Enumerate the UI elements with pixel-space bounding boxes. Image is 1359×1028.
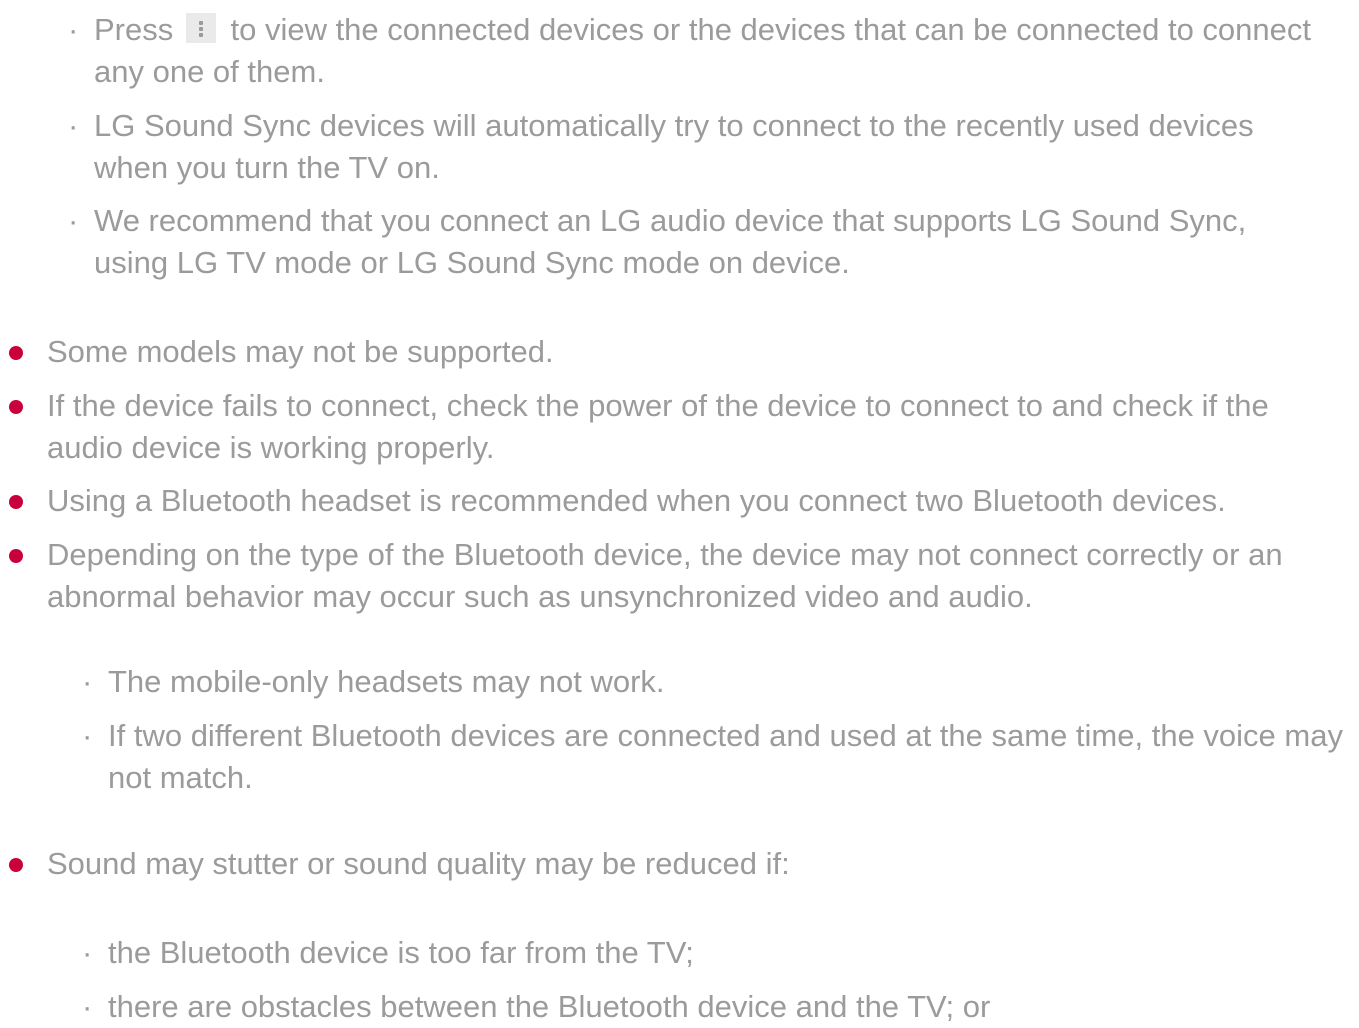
sub-item-text-after-icon: to view the connected devices or the dev… — [94, 12, 1311, 89]
bullet-text: Some models may not be supported. — [47, 334, 554, 369]
bullet-text: Depending on the type of the Bluetooth d… — [47, 537, 1283, 614]
sub-item-marker: · — [82, 935, 93, 970]
sub-list-item: · We recommend that you connect an LG au… — [68, 200, 1328, 284]
bullet-list-item: Depending on the type of the Bluetooth d… — [9, 534, 1354, 618]
sub-item-text: the Bluetooth device is too far from the… — [108, 935, 694, 970]
sub-item-marker: · — [82, 664, 93, 699]
sub-item-marker: · — [68, 12, 79, 47]
bullet-dot-icon — [9, 495, 23, 509]
sub-item-marker: · — [68, 203, 79, 238]
sub-item-text-before-icon: Press — [94, 12, 182, 47]
sub-list-item: · LG Sound Sync devices will automatical… — [68, 105, 1328, 189]
bullet-list-item: Some models may not be supported. — [9, 331, 1354, 373]
bullet-dot-icon — [9, 400, 23, 414]
bullet-list-item: Sound may stutter or sound quality may b… — [9, 843, 1354, 885]
bullet-dot-icon — [9, 858, 23, 872]
bullet-dot-icon — [9, 549, 23, 563]
sub-item-text: If two different Bluetooth devices are c… — [108, 718, 1343, 795]
sub-item-text: Press to view the connected devices or t… — [94, 9, 1359, 93]
sub-list-item: · there are obstacles between the Blueto… — [82, 986, 1359, 1028]
manual-page: · Press to view the connected devices or… — [0, 0, 1359, 1024]
sub-list-item: · Press to view the connected devices or… — [68, 9, 1359, 93]
sub-item-text: LG Sound Sync devices will automatically… — [94, 108, 1254, 185]
bullet-text: If the device fails to connect, check th… — [47, 388, 1269, 465]
more-options-icon — [185, 13, 216, 43]
sub-item-text: there are obstacles between the Bluetoot… — [108, 989, 991, 1024]
bullet-list-item: If the device fails to connect, check th… — [9, 385, 1329, 469]
bullet-list-item: Using a Bluetooth headset is recommended… — [9, 480, 1354, 522]
sub-list-item: · The mobile-only headsets may not work. — [82, 661, 1359, 703]
bullet-text: Using a Bluetooth headset is recommended… — [47, 483, 1226, 518]
sub-item-text: The mobile-only headsets may not work. — [108, 664, 665, 699]
bullet-dot-icon — [9, 346, 23, 360]
sub-item-marker: · — [68, 108, 79, 143]
sub-item-marker: · — [82, 989, 93, 1024]
sub-item-text: We recommend that you connect an LG audi… — [94, 203, 1247, 280]
sub-list-item: · If two different Bluetooth devices are… — [82, 715, 1344, 799]
sub-list-item: · the Bluetooth device is too far from t… — [82, 932, 1359, 974]
sub-item-marker: · — [82, 718, 93, 753]
bullet-text: Sound may stutter or sound quality may b… — [47, 846, 790, 881]
